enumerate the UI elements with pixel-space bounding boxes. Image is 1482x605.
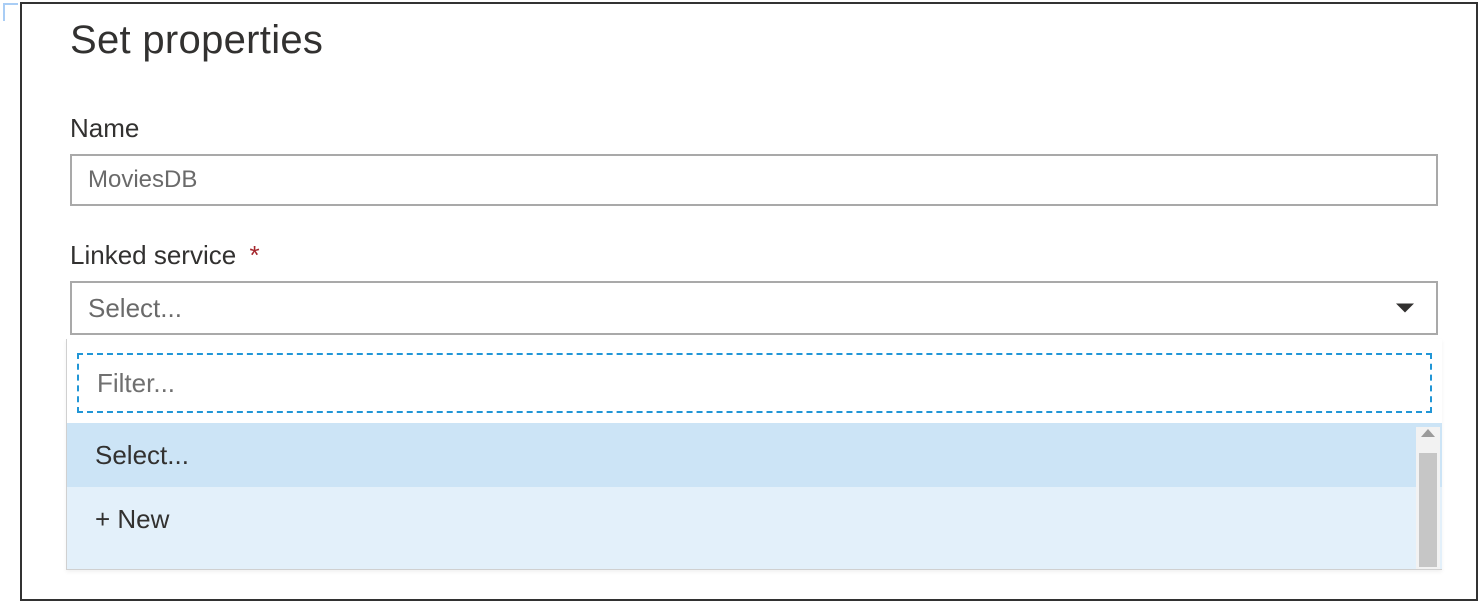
linked-service-label: Linked service * — [70, 240, 1438, 271]
options-area: Select... + New — [67, 423, 1442, 569]
linked-service-placeholder: Select... — [88, 293, 182, 324]
linked-service-label-text: Linked service — [70, 240, 236, 270]
left-edge-decoration-2 — [3, 58, 18, 142]
name-label: Name — [70, 113, 1438, 144]
linked-service-dropdown: Select... + New — [66, 339, 1442, 570]
page-title: Set properties — [70, 18, 1438, 63]
left-edge-decoration — [3, 3, 18, 21]
linked-service-select-wrapper: Select... Select... + New — [70, 281, 1438, 335]
scroll-up-icon — [1421, 429, 1435, 437]
set-properties-panel: Set properties Name Linked service * Sel… — [20, 2, 1478, 601]
filter-input[interactable] — [77, 353, 1432, 413]
linked-service-field-group: Linked service * Select... Select... + N… — [70, 240, 1438, 335]
option-new[interactable]: + New — [67, 487, 1442, 551]
name-field-group: Name — [70, 113, 1438, 206]
scrollbar-track[interactable] — [1416, 427, 1440, 569]
option-select-placeholder[interactable]: Select... — [67, 423, 1442, 487]
filter-wrap — [67, 339, 1442, 423]
required-star: * — [249, 240, 259, 270]
linked-service-select[interactable]: Select... — [70, 281, 1438, 335]
chevron-down-icon — [1396, 304, 1414, 313]
scroll-thumb[interactable] — [1419, 453, 1437, 567]
name-input[interactable] — [70, 154, 1438, 206]
